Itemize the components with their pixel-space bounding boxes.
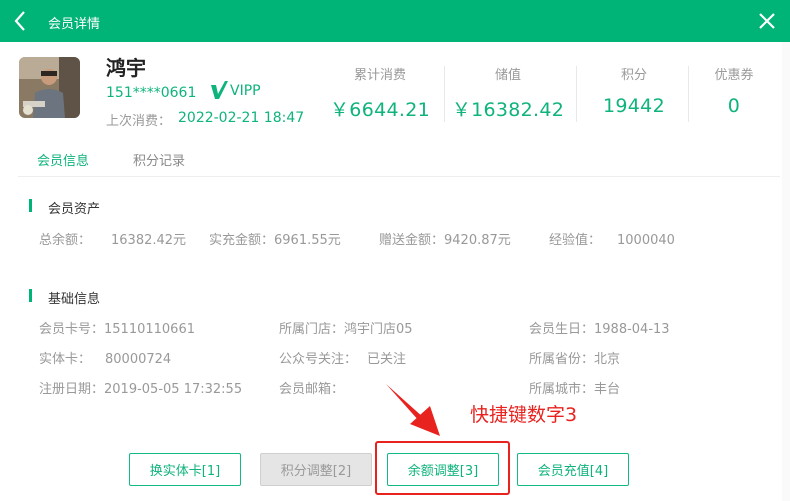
annotation-arrow-icon xyxy=(386,384,440,436)
stat-points: 积分 19442 xyxy=(584,64,684,117)
scrollbar-track[interactable] xyxy=(782,42,790,501)
field-value: 9420.87元 xyxy=(444,233,511,248)
tab-member-info[interactable]: 会员信息 xyxy=(37,150,89,169)
stat-label: 积分 xyxy=(620,68,647,83)
replace-card-button[interactable]: 换实体卡[1] xyxy=(129,453,241,486)
recharge-button[interactable]: 会员充值[4] xyxy=(517,453,629,486)
field-value: 6961.55元 xyxy=(274,233,341,248)
window-title: 会员详情 xyxy=(48,17,101,32)
annotation-text: 快捷键数字3 xyxy=(470,404,578,426)
balance-adjust-button[interactable]: 余额调整[3] xyxy=(387,453,499,486)
field-value: 丰台 xyxy=(594,382,621,397)
field-email: 会员邮箱： xyxy=(279,378,344,397)
member-phone: 151****0661 xyxy=(106,85,197,101)
section-title-assets: 会员资产 xyxy=(48,202,101,217)
stat-value: 0 xyxy=(727,95,741,117)
field-city: 所属城市：丰台 xyxy=(529,378,620,397)
stat-stored-value: 储值 ￥16382.42 xyxy=(448,64,568,122)
field-birthday: 会员生日：1988-04-13 xyxy=(529,318,670,337)
last-consume-time: 2022-02-21 18:47 xyxy=(178,110,305,126)
stat-value: ￥16382.42 xyxy=(451,99,565,121)
title-bar: 会员详情 xyxy=(0,0,790,42)
stat-value: ￥6644.21 xyxy=(330,99,430,121)
field-total-balance: 总余额： 16382.42元 xyxy=(39,229,186,248)
field-label: 注册日期： xyxy=(39,382,105,397)
section-title-basic: 基础信息 xyxy=(48,292,101,307)
section-marker xyxy=(29,199,32,212)
stat-label: 累计消费 xyxy=(353,68,406,83)
field-label: 所属城市： xyxy=(529,382,595,397)
field-label: 会员邮箱： xyxy=(279,382,345,397)
back-chevron-icon[interactable] xyxy=(10,9,32,33)
field-store: 所属门店：鸿宇门店05 xyxy=(279,318,413,337)
field-label: 所属省份： xyxy=(529,352,595,367)
field-value: 北京 xyxy=(594,352,621,367)
vip-check-icon xyxy=(211,81,228,99)
field-value: 2019-05-05 17:32:55 xyxy=(104,382,243,397)
points-adjust-button[interactable]: 积分调整[2] xyxy=(260,453,372,486)
member-avatar xyxy=(19,57,80,118)
section-marker xyxy=(29,289,32,302)
stat-total-consume: 累计消费 ￥6644.21 xyxy=(320,64,440,122)
field-value: 1988-04-13 xyxy=(594,322,670,337)
field-label: 会员生日： xyxy=(529,322,595,337)
divider xyxy=(576,66,577,122)
field-register-date: 注册日期：2019-05-05 17:32:55 xyxy=(39,378,242,397)
field-label: 实充金额： xyxy=(209,233,275,248)
tab-divider xyxy=(18,176,780,177)
field-label: 公众号关注： xyxy=(279,352,358,367)
field-wechat-follow: 公众号关注： 已关注 xyxy=(279,348,406,367)
field-value: 15110110661 xyxy=(104,322,195,337)
field-label: 会员卡号： xyxy=(39,322,105,337)
divider xyxy=(688,66,689,122)
field-physical-card: 实体卡： 80000724 xyxy=(39,348,171,367)
field-value: 鸿宇门店05 xyxy=(344,322,413,337)
divider xyxy=(444,66,445,122)
field-label: 赠送金额： xyxy=(379,233,445,248)
field-label: 所属门店： xyxy=(279,322,345,337)
last-consume-label: 上次消费： xyxy=(106,114,172,129)
field-province: 所属省份：北京 xyxy=(529,348,620,367)
field-value: 1000040 xyxy=(617,233,675,248)
close-icon[interactable] xyxy=(757,11,777,31)
field-label: 经验值： xyxy=(549,233,602,248)
stat-value: 19442 xyxy=(603,95,665,117)
field-experience: 经验值： 1000040 xyxy=(549,229,675,248)
field-value: 80000724 xyxy=(105,352,172,367)
stat-coupons: 优惠券 0 xyxy=(694,64,774,117)
vip-level: VIPP xyxy=(230,83,261,99)
tab-points-record[interactable]: 积分记录 xyxy=(133,150,185,169)
field-label: 总余额： xyxy=(39,233,92,248)
field-value: 已关注 xyxy=(367,352,407,367)
field-card-number: 会员卡号：15110110661 xyxy=(39,318,195,337)
field-label: 实体卡： xyxy=(39,352,92,367)
member-name: 鸿宇 xyxy=(106,56,146,80)
stat-label: 优惠券 xyxy=(714,68,754,83)
field-value: 16382.42元 xyxy=(111,233,187,248)
field-actual-recharge: 实充金额：6961.55元 xyxy=(209,229,341,248)
stat-label: 储值 xyxy=(494,68,521,83)
field-bonus-amount: 赠送金额：9420.87元 xyxy=(379,229,511,248)
